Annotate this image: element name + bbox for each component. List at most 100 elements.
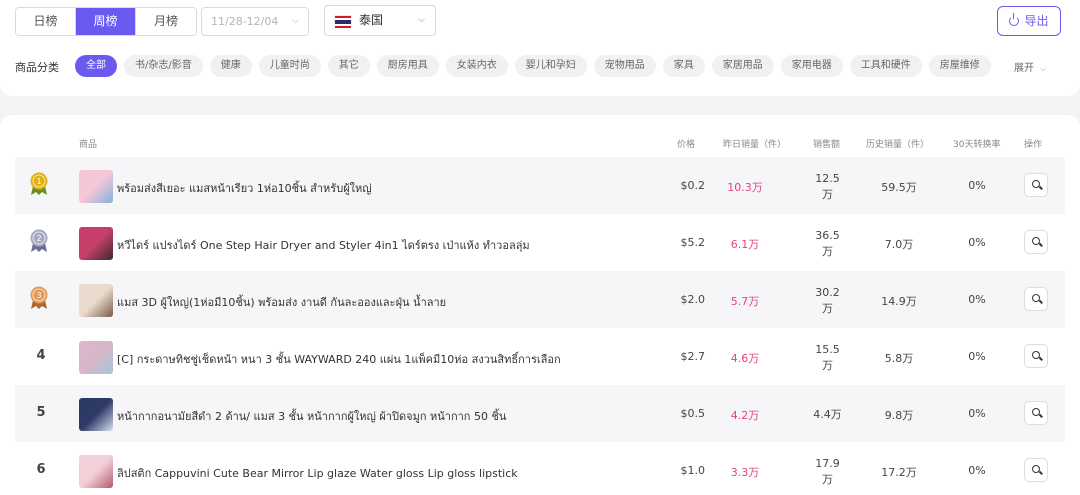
category-chip[interactable]: 健康	[209, 55, 252, 77]
header-conversion: 30天转换率	[953, 140, 1001, 150]
chevron-down-icon: ⌵	[292, 16, 299, 26]
yesterday-sales: 5.7万	[730, 295, 760, 308]
sales-amount-unit: 万	[822, 473, 833, 486]
history-sales: 9.8万	[884, 409, 914, 422]
conversion-rate: 0%	[968, 293, 986, 306]
category-chip[interactable]: 其它	[327, 55, 370, 77]
search-button[interactable]	[1024, 344, 1048, 368]
category-chip[interactable]: 房屋维修	[928, 55, 991, 77]
sales-amount-value: 4.4万	[813, 408, 842, 421]
expand-categories-button[interactable]: 展开 ⌵	[1014, 59, 1046, 74]
product-name[interactable]: ลิปสติก Cappuvini Cute Bear Mirror Lip g…	[117, 464, 518, 482]
table-row[interactable]: 1 พร้อมส่งสีเยอะ แมสหน้าเรียว 1ห่อ10ชิ้น…	[15, 157, 1065, 214]
category-chip[interactable]: 家具	[662, 55, 705, 77]
yesterday-sales: 4.6万	[730, 352, 760, 365]
header-sales-amount: 销售额	[813, 140, 841, 150]
category-chip[interactable]: 厨房用具	[376, 55, 439, 77]
product-name[interactable]: แมส 3D ผู้ใหญ่(1ห่อมี10ชิ้น) พร้อมส่ง งา…	[117, 293, 446, 311]
header-history-sales: 历史销量（件）	[866, 140, 930, 150]
conversion-rate: 0%	[968, 407, 986, 420]
header-yesterday-sales: 昨日销量（件）	[723, 140, 787, 150]
category-chip[interactable]: 儿童时尚	[258, 55, 321, 77]
sales-amount-value: 12.5	[815, 172, 840, 185]
product-name[interactable]: หวีไดร์ แปรงไดร์ One Step Hair Dryer and…	[117, 236, 530, 254]
search-button[interactable]	[1024, 458, 1048, 482]
yesterday-sales: 4.2万	[730, 409, 760, 422]
product-thumbnail[interactable]	[79, 455, 113, 488]
product-thumbnail[interactable]	[79, 398, 113, 431]
table-row[interactable]: 2 หวีไดร์ แปรงไดร์ One Step Hair Dryer a…	[15, 214, 1065, 271]
category-chips: 全部 书/杂志/影音 健康 儿童时尚 其它 厨房用具 女装内衣 婴儿和孕妇 宠物…	[75, 55, 998, 77]
search-button[interactable]	[1024, 230, 1048, 254]
country-label: 泰国	[359, 13, 384, 27]
header-action: 操作	[1024, 140, 1043, 150]
conversion-rate: 0%	[968, 350, 986, 363]
tab-weekly[interactable]: 周榜	[76, 8, 136, 35]
medal-rank: 2	[36, 234, 41, 243]
yesterday-sales: 10.3万	[727, 181, 763, 194]
history-sales: 14.9万	[881, 295, 917, 308]
chevron-down-icon: ⌵	[1040, 64, 1047, 73]
search-button[interactable]	[1024, 173, 1048, 197]
product-thumbnail[interactable]	[79, 341, 113, 374]
search-button[interactable]	[1024, 287, 1048, 311]
category-label: 商品分类	[15, 61, 59, 74]
conversion-rate: 0%	[968, 464, 986, 477]
price: $5.2	[680, 236, 706, 249]
product-thumbnail[interactable]	[79, 284, 113, 317]
table-row[interactable]: 4 [C] กระดาษทิชชู่เช็ดหน้า หนา 3 ชั้น WA…	[15, 328, 1065, 385]
sales-amount-unit: 万	[822, 188, 833, 201]
product-thumbnail[interactable]	[79, 227, 113, 260]
expand-label: 展开	[1014, 63, 1034, 74]
sales-amount-unit: 万	[822, 359, 833, 372]
power-icon	[1009, 13, 1020, 26]
tab-monthly[interactable]: 月榜	[136, 8, 196, 35]
chevron-down-icon: ⌵	[418, 15, 425, 25]
export-button[interactable]: 导出	[997, 6, 1061, 36]
product-name[interactable]: [C] กระดาษทิชชู่เช็ดหน้า หนา 3 ชั้น WAYW…	[117, 350, 561, 368]
tab-daily[interactable]: 日榜	[16, 8, 76, 35]
country-select[interactable]: 泰国 ⌵	[324, 5, 436, 36]
history-sales: 59.5万	[881, 181, 917, 194]
sales-amount-value: 17.9	[815, 457, 840, 470]
price: $2.0	[680, 293, 706, 306]
sales-amount: 30.2 万	[805, 285, 850, 317]
table-row[interactable]: 3 แมส 3D ผู้ใหญ่(1ห่อมี10ชิ้น) พร้อมส่ง …	[15, 271, 1065, 328]
search-button[interactable]	[1024, 401, 1048, 425]
date-range-placeholder: 11/28-12/04	[211, 15, 279, 28]
header-price: 价格	[677, 140, 696, 150]
bronze-medal-icon: 3	[30, 286, 48, 309]
sales-amount-value: 15.5	[815, 343, 840, 356]
filter-panel: 日榜 周榜 月榜 11/28-12/04 ⌵ 泰国 ⌵ 导出 商品分类 全部 书…	[0, 0, 1080, 96]
product-name[interactable]: พร้อมส่งสีเยอะ แมสหน้าเรียว 1ห่อ10ชิ้น ส…	[117, 179, 372, 197]
category-chip[interactable]: 家用电器	[780, 55, 843, 77]
product-thumbnail[interactable]	[79, 170, 113, 203]
header-product: 商品	[79, 140, 98, 150]
category-chip[interactable]: 书/杂志/影音	[124, 55, 203, 77]
sales-amount-unit: 万	[822, 245, 833, 258]
table-header: 商品 价格 昨日销量（件） 销售额 历史销量（件） 30天转换率 操作	[0, 137, 1080, 151]
sales-amount: 12.5 万	[805, 171, 850, 203]
date-range-picker[interactable]: 11/28-12/04 ⌵	[201, 7, 309, 36]
conversion-rate: 0%	[968, 179, 986, 192]
sales-amount-value: 36.5	[815, 229, 840, 242]
price: $1.0	[680, 464, 706, 477]
export-label: 导出	[1024, 14, 1049, 28]
history-sales: 7.0万	[884, 238, 914, 251]
category-chip[interactable]: 婴儿和孕妇	[514, 55, 587, 77]
category-chip-all[interactable]: 全部	[75, 55, 117, 77]
history-sales: 17.2万	[881, 466, 917, 479]
sales-amount-value: 30.2	[815, 286, 840, 299]
product-name[interactable]: หน้ากากอนามัยสีดำ 2 ด้าน/ แมส 3 ชั้น หน้…	[117, 407, 506, 425]
table-row[interactable]: 6 ลิปสติก Cappuvini Cute Bear Mirror Lip…	[15, 442, 1065, 495]
gold-medal-icon: 1	[30, 172, 48, 195]
silver-medal-icon: 2	[30, 229, 48, 252]
table-row[interactable]: 5 หน้ากากอนามัยสีดำ 2 ด้าน/ แมส 3 ชั้น ห…	[15, 385, 1065, 442]
category-chip[interactable]: 女装内衣	[445, 55, 508, 77]
category-chip[interactable]: 家居用品	[711, 55, 774, 77]
sales-amount: 15.5 万	[805, 342, 850, 374]
category-chip[interactable]: 宠物用品	[593, 55, 656, 77]
period-tabs: 日榜 周榜 月榜	[15, 7, 197, 36]
category-chip[interactable]: 工具和硬件	[849, 55, 922, 77]
yesterday-sales: 3.3万	[730, 466, 760, 479]
